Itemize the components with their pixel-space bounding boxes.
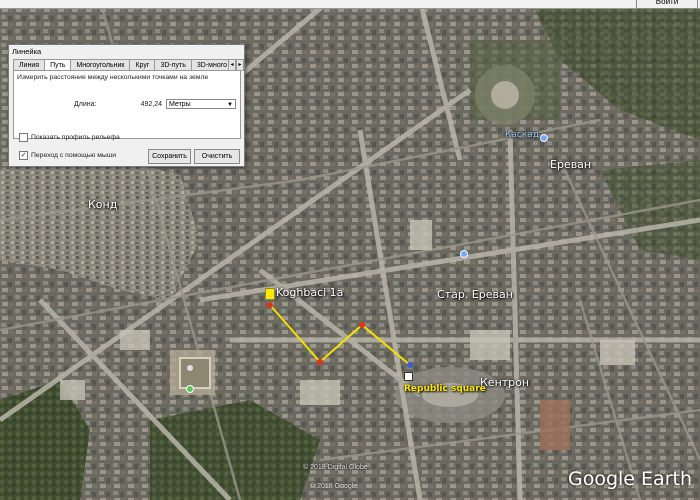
- ruler-tabs: Линия Путь Многоугольник Круг 3D-путь 3D…: [13, 59, 234, 72]
- place-icon[interactable]: [540, 134, 548, 142]
- top-toolbar: Войти: [0, 0, 700, 9]
- show-profile-label: Показать профиль рельефа: [31, 134, 120, 141]
- mouse-nav-label: Переход с помощью мыши: [31, 152, 117, 159]
- place-icon[interactable]: [460, 250, 468, 258]
- label-kentron[interactable]: Кентрон: [480, 376, 529, 389]
- label-yerevan[interactable]: Ереван: [550, 158, 591, 171]
- imagery-copyright: © 2018 Digital Globe: [303, 464, 368, 471]
- mouse-nav-row[interactable]: ✓ Переход с помощью мыши: [19, 151, 116, 160]
- label-kond[interactable]: Конд: [88, 198, 117, 211]
- label-star-yerevan[interactable]: Стар. Ереван: [437, 288, 513, 301]
- pin-icon[interactable]: [265, 288, 275, 300]
- unit-selected: Метры: [169, 101, 191, 108]
- show-profile-row[interactable]: Показать профиль рельефа: [19, 133, 120, 142]
- label-koghbaci[interactable]: Koghbaci 1a: [276, 286, 343, 299]
- label-republic-square[interactable]: Republic square: [404, 384, 486, 394]
- dialog-title: Линейка: [12, 47, 42, 56]
- path-panel: Измерить расстояние между несколькими то…: [13, 70, 241, 139]
- show-profile-checkbox[interactable]: [19, 133, 28, 142]
- google-earth-logo: Google Earth: [568, 468, 692, 490]
- ruler-dialog: Линейка Линия Путь Многоугольник Круг 3D…: [8, 44, 245, 167]
- clear-button[interactable]: Очистить: [194, 149, 240, 164]
- chevron-down-icon: ▼: [227, 102, 233, 108]
- signin-button[interactable]: Войти: [636, 0, 698, 9]
- unit-select[interactable]: Метры ▼: [166, 99, 236, 109]
- mouse-nav-checkbox[interactable]: ✓: [19, 151, 28, 160]
- place-icon[interactable]: [186, 385, 194, 393]
- square-marker-icon[interactable]: [404, 372, 413, 381]
- length-label: Длина:: [74, 101, 97, 108]
- save-button[interactable]: Сохранить: [148, 149, 191, 164]
- length-value: 492,24: [140, 101, 162, 108]
- label-blue-place[interactable]: Каскад: [505, 130, 539, 140]
- google-copyright: © 2018 Google: [310, 483, 358, 490]
- ruler-hint: Измерить расстояние между несколькими то…: [17, 74, 209, 81]
